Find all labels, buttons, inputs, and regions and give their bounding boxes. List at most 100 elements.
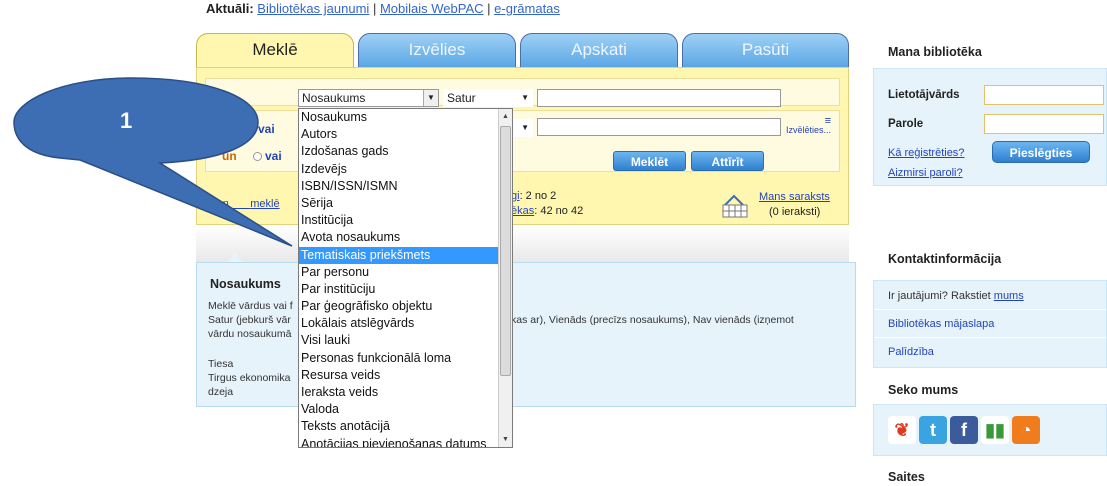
info-example-3: dzeja <box>208 386 234 398</box>
dropdown-option[interactable]: Par ģeogrāfisko objektu <box>299 298 499 315</box>
simple-search-link[interactable]: Vien___ meklē <box>207 198 280 210</box>
divider <box>874 309 1106 310</box>
stat-1-value: : 2 no 2 <box>519 190 557 202</box>
search-input-1[interactable] <box>537 89 781 107</box>
scroll-down-icon[interactable]: ▼ <box>499 432 512 447</box>
dropdown-option[interactable]: Izdošanas gads <box>299 143 499 160</box>
contact-email-link[interactable]: mums <box>994 290 1024 302</box>
dropdown-option[interactable]: Par personu <box>299 264 499 281</box>
search-input-2[interactable] <box>537 118 781 136</box>
mode-select[interactable]: Satur ▼ <box>443 89 533 107</box>
stat-2-value: : 42 no 42 <box>534 205 584 217</box>
dropdown-option[interactable]: Visi lauki <box>299 332 499 349</box>
dropdown-option[interactable]: Sērija <box>299 195 499 212</box>
dropdown-option[interactable]: Anotācijas pievienošanas datums <box>299 436 499 447</box>
scroll-up-icon[interactable]: ▲ <box>499 109 512 124</box>
separator-bar <box>196 226 849 262</box>
dropdown-option[interactable]: Autors <box>299 126 499 143</box>
books-icon[interactable]: ▮▮ <box>981 416 1009 444</box>
chevron-down-icon: ▼ <box>521 93 529 102</box>
draugiem-icon[interactable]: ❦ <box>888 416 916 444</box>
links-title: Saites <box>888 470 925 484</box>
basket-icon <box>722 194 748 218</box>
simple-search-link-start: Vien <box>207 198 229 210</box>
rss-icon[interactable]: ◔ <box>1012 416 1040 444</box>
dropdown-option[interactable]: Par institūciju <box>299 281 499 298</box>
username-label: Lietotājvārds <box>888 89 960 101</box>
dropdown-option[interactable]: Resursa veids <box>299 367 499 384</box>
choose-link-label: Izvēlēties... <box>786 125 832 135</box>
radio-and[interactable]: un <box>222 149 237 163</box>
password-label: Parole <box>888 118 924 130</box>
field-dropdown-list[interactable]: Nosaukums Autors Izdošanas gads Izdevējs… <box>298 108 513 448</box>
mode-select-2[interactable]: ▼ <box>510 119 533 137</box>
radio-or-2-label: vai <box>265 149 282 163</box>
tab-search[interactable]: Meklē <box>196 33 354 67</box>
radio-circle <box>253 152 262 162</box>
dropdown-scrollbar[interactable]: ▲ ▼ <box>498 109 512 447</box>
dropdown-option[interactable]: Izdevējs <box>299 161 499 178</box>
my-list-count: (0 ieraksti) <box>769 206 821 218</box>
scrollbar-thumb[interactable] <box>500 126 511 376</box>
contact-title: Kontaktinformācija <box>888 252 1002 266</box>
radio-or-2[interactable]: vai <box>253 149 282 163</box>
field-select[interactable]: Nosaukums ▼ <box>298 89 439 107</box>
field-select-value: Nosaukums <box>302 91 366 105</box>
simple-search-link-end: meklē <box>250 198 280 210</box>
dropdown-option[interactable]: Teksts anotācijā <box>299 418 499 435</box>
contact-question-text: Ir jautājumi? Rakstiet <box>888 290 991 302</box>
my-list-link[interactable]: Mans saraksts <box>759 191 830 203</box>
radio-or-1[interactable]: vai <box>258 122 275 136</box>
tab-view[interactable]: Apskati <box>520 33 678 67</box>
my-library-title: Mana bibliotēka <box>888 45 982 59</box>
dropdown-option[interactable]: Nosaukums <box>299 109 499 126</box>
username-input[interactable] <box>984 85 1104 105</box>
follow-title: Seko mums <box>888 383 959 397</box>
news-link[interactable]: Bibliotēkas jaunumi <box>257 2 369 16</box>
info-line-1: Meklē vārdus vai f <box>208 300 293 312</box>
dropdown-option[interactable]: ISBN/ISSN/ISMN <box>299 178 499 195</box>
dropdown-option[interactable]: Ieraksta veids <box>299 384 499 401</box>
password-input[interactable] <box>984 114 1104 134</box>
divider <box>874 337 1106 338</box>
tab-choose[interactable]: Izvēlies <box>358 33 516 67</box>
dropdown-option[interactable]: Avota nosaukums <box>299 229 499 246</box>
library-homepage-link[interactable]: Bibliotēkas mājaslapa <box>888 318 994 330</box>
contact-box: Ir jautājumi? Rakstiet mums Bibliotēkas … <box>873 280 1107 368</box>
callout-number: 1 <box>120 108 133 133</box>
mobile-webpac-link[interactable]: Mobilais WebPAC <box>380 2 484 16</box>
twitter-icon[interactable]: t <box>919 416 947 444</box>
tab-order[interactable]: Pasūti <box>682 33 849 67</box>
info-example-1: Tiesa <box>208 358 234 370</box>
dropdown-option[interactable]: Lokālais atslēgvārds <box>299 315 499 332</box>
stat-1: gi: 2 no 2 <box>511 190 556 202</box>
dropdown-items: Nosaukums Autors Izdošanas gads Izdevējs… <box>299 109 512 447</box>
info-line-2a: Satur (jebkurš vār <box>208 314 291 326</box>
dropdown-option[interactable]: Personas funkcionālā loma <box>299 350 499 367</box>
info-title: Nosaukums <box>210 277 281 291</box>
forgot-password-link[interactable]: Aizmirsi paroli? <box>888 167 963 179</box>
dropdown-option-selected[interactable]: Tematiskais priekšmets <box>299 246 499 264</box>
facebook-icon[interactable]: f <box>950 416 978 444</box>
stat-2: ēkas: 42 no 42 <box>511 205 583 217</box>
top-links: Aktuāli: Bibliotēkas jaunumi | Mobilais … <box>206 2 560 16</box>
stat-2-link[interactable]: ēkas <box>511 205 534 217</box>
top-links-separator: | <box>487 2 491 16</box>
dropdown-option[interactable]: Institūcija <box>299 212 499 229</box>
contact-question: Ir jautājumi? Rakstiet mums <box>888 290 1024 302</box>
list-icon: ≡ <box>824 115 832 127</box>
chevron-down-icon: ▼ <box>423 90 438 106</box>
dropdown-option[interactable]: Valoda <box>299 401 499 418</box>
help-link[interactable]: Palīdzība <box>888 346 934 358</box>
register-link[interactable]: Kā reģistrēties? <box>888 147 964 159</box>
social-box: ❦ t f ▮▮ ◔ <box>873 404 1107 456</box>
choose-link[interactable]: ≡ Izvēlēties... <box>786 115 832 136</box>
search-button[interactable]: Meklēt <box>613 151 686 171</box>
info-example-2: Tirgus ekonomika <box>208 372 291 384</box>
clear-button[interactable]: Attīrīt <box>691 151 764 171</box>
e-books-link[interactable]: e-grāmatas <box>494 2 560 16</box>
info-line-3: vārdu nosaukumā <box>208 328 292 340</box>
info-panel: Nosaukums Meklē vārdus vai f Satur (jebk… <box>196 262 856 407</box>
login-box: Lietotājvārds Parole Kā reģistrēties? Ai… <box>873 68 1107 186</box>
login-button[interactable]: Pieslēgties <box>992 141 1090 163</box>
